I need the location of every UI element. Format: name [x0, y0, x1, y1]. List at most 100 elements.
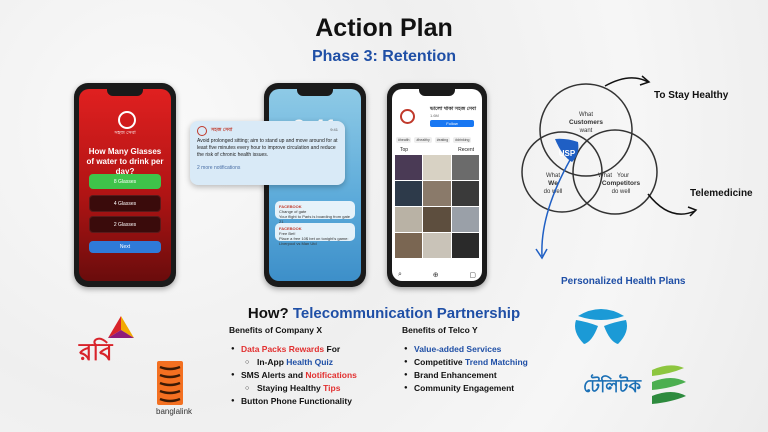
telco-y-list: Value-added Services Competitive Trend Ma…: [402, 343, 572, 395]
venn-circle-competitors: [572, 129, 658, 215]
app-name: সহজ সেবা: [114, 130, 136, 136]
more-notifications-link[interactable]: 2 more notifications: [197, 165, 338, 171]
notification-body: Avoid prolonged sitting; aim to stand up…: [197, 138, 338, 158]
notification-card[interactable]: FACEBOOK Free Bet! Place a free 10$ bet …: [275, 223, 355, 246]
photo-thumbnail[interactable]: [451, 181, 479, 206]
company-x-list: Data Packs Rewards ForIn-App Health Quiz…: [229, 343, 399, 408]
notification-time: 9:41: [330, 127, 338, 132]
telco-y-heading: Benefits of Telco Y: [402, 325, 478, 335]
photo-thumbnail[interactable]: [395, 233, 423, 258]
notification-header: সহজ সেবা: [197, 126, 338, 136]
notification-body: Place a free 10$ bet on tonight's game: …: [279, 236, 349, 246]
teletalk-logo-icon: [652, 365, 686, 404]
notification-app-name: সহজ সেবা: [211, 127, 233, 133]
phone-notch: [107, 89, 143, 96]
benefit-text: Button Phone Functionality: [241, 396, 352, 406]
benefit-text: Community Engagement: [414, 383, 515, 393]
label-telemedicine: Telemedicine: [690, 188, 753, 199]
phone-notch: [419, 89, 455, 96]
how-prefix: How?: [247, 305, 289, 322]
benefit-text: Health Quiz: [286, 357, 334, 367]
home-icon[interactable]: ▢: [469, 271, 476, 279]
benefit-item: Competitive Trend Matching: [402, 356, 572, 369]
teletalk-logo-text: টেলিটক: [583, 376, 642, 396]
quiz-screen: সহজ সেবা How Many Glasses of water to dr…: [79, 89, 171, 281]
quiz-question: How Many Glasses of water to drink per d…: [86, 147, 164, 176]
quiz-option-2[interactable]: 4 Glasses: [89, 195, 161, 212]
benefit-text: For: [324, 344, 341, 354]
photo-grid: [395, 155, 479, 258]
feed-tabs: Top Recent: [400, 147, 474, 153]
benefit-item: In-App Health Quiz: [229, 356, 399, 369]
label-stay-healthy: To Stay Healthy: [654, 90, 729, 101]
bottom-nav-bar: ⌕ ⊕ ▢: [398, 271, 476, 279]
photo-thumbnail[interactable]: [395, 181, 423, 206]
quiz-phone-mockup: সহজ সেবা How Many Glasses of water to dr…: [74, 83, 176, 287]
hashtag-chips: #health #healthy #eating #drinking: [396, 137, 478, 143]
venn-diagram: USP What Customers want What We do well …: [521, 75, 698, 260]
venn-text: What: [546, 173, 560, 179]
photo-thumbnail[interactable]: [395, 207, 423, 232]
photo-thumbnail[interactable]: [423, 155, 451, 180]
heart-logo-icon: [118, 111, 136, 129]
photo-thumbnail[interactable]: [395, 155, 423, 180]
company-x-benefits: Benefits of Company X Data Packs Rewards…: [229, 325, 399, 408]
next-button[interactable]: Next: [89, 241, 161, 253]
arrow-to-telemedicine: [647, 193, 696, 215]
telco-y-benefits: Benefits of Telco Y Value-added Services…: [402, 325, 572, 395]
add-icon[interactable]: ⊕: [433, 271, 439, 279]
usp-label: USP: [559, 149, 576, 158]
benefit-item: Brand Enhancement: [402, 369, 572, 382]
benefit-item: Button Phone Functionality: [229, 395, 399, 408]
lock-screen: 9:41 FACEBOOK Change of gate Your flight…: [269, 89, 361, 281]
benefit-text: Staying Healthy: [257, 383, 324, 393]
followers-count: 1.6M: [430, 113, 439, 118]
benefit-item: Data Packs Rewards For: [229, 343, 399, 356]
health-tip-notification[interactable]: সহজ সেবা 9:41 Avoid prolonged sitting; a…: [190, 121, 345, 185]
venn-text: What: [579, 112, 593, 118]
benefit-text: Trend Matching: [465, 357, 528, 367]
benefit-text: Tips: [323, 383, 341, 393]
quiz-option-3[interactable]: 2 Glasses: [89, 216, 161, 233]
hashtag-chip[interactable]: #health: [396, 137, 412, 143]
benefit-item: Value-added Services: [402, 343, 572, 356]
benefit-item: Staying Healthy Tips: [229, 382, 399, 395]
venn-text: What: [598, 173, 612, 179]
how-highlight: Telecommunication Partnership: [292, 305, 521, 322]
photo-thumbnail[interactable]: [423, 207, 451, 232]
tab-top[interactable]: Top: [400, 147, 408, 153]
social-phone-mockup: ভালো থাকা সহজ সেবা 1.6M Follow #health #…: [387, 83, 487, 287]
benefit-text: Brand Enhancement: [414, 370, 497, 380]
benefit-text: SMS Alerts and: [241, 370, 306, 380]
benefit-text: Competitive: [414, 357, 466, 367]
photo-thumbnail[interactable]: [451, 155, 479, 180]
heart-logo-icon: [197, 126, 207, 136]
photo-thumbnail[interactable]: [451, 233, 479, 258]
benefit-item: SMS Alerts and Notifications: [229, 369, 399, 382]
heart-logo-icon: [400, 109, 415, 124]
follow-button[interactable]: Follow: [430, 120, 474, 127]
benefit-text: Data Packs Rewards: [241, 344, 325, 354]
photo-thumbnail[interactable]: [423, 233, 451, 258]
benefit-text: Notifications: [305, 370, 357, 380]
venn-text: Competitors: [602, 180, 641, 187]
quiz-option-1[interactable]: 8 Glasses: [89, 174, 161, 189]
hashtag-chip[interactable]: #eating: [434, 137, 451, 143]
photo-thumbnail[interactable]: [451, 207, 479, 232]
banglalink-logo-icon: [157, 361, 183, 405]
venn-text: want: [579, 128, 593, 134]
benefit-item: Community Engagement: [402, 382, 572, 395]
page-title: Action Plan: [315, 14, 453, 42]
notification-card[interactable]: FACEBOOK Change of gate Your flight to P…: [275, 201, 355, 224]
venn-text: Your: [617, 173, 629, 179]
tab-recent[interactable]: Recent: [458, 147, 474, 153]
photo-thumbnail[interactable]: [423, 181, 451, 206]
search-icon[interactable]: ⌕: [398, 271, 402, 279]
label-personalized-plans: Personalized Health Plans: [561, 276, 686, 287]
benefit-text: Value-added Services: [414, 344, 502, 354]
benefit-text: In-App: [257, 357, 287, 367]
phone-notch: [297, 89, 333, 96]
hashtag-chip[interactable]: #healthy: [414, 137, 432, 143]
hashtag-chip[interactable]: #drinking: [453, 137, 472, 143]
venn-text: Customers: [569, 119, 603, 126]
